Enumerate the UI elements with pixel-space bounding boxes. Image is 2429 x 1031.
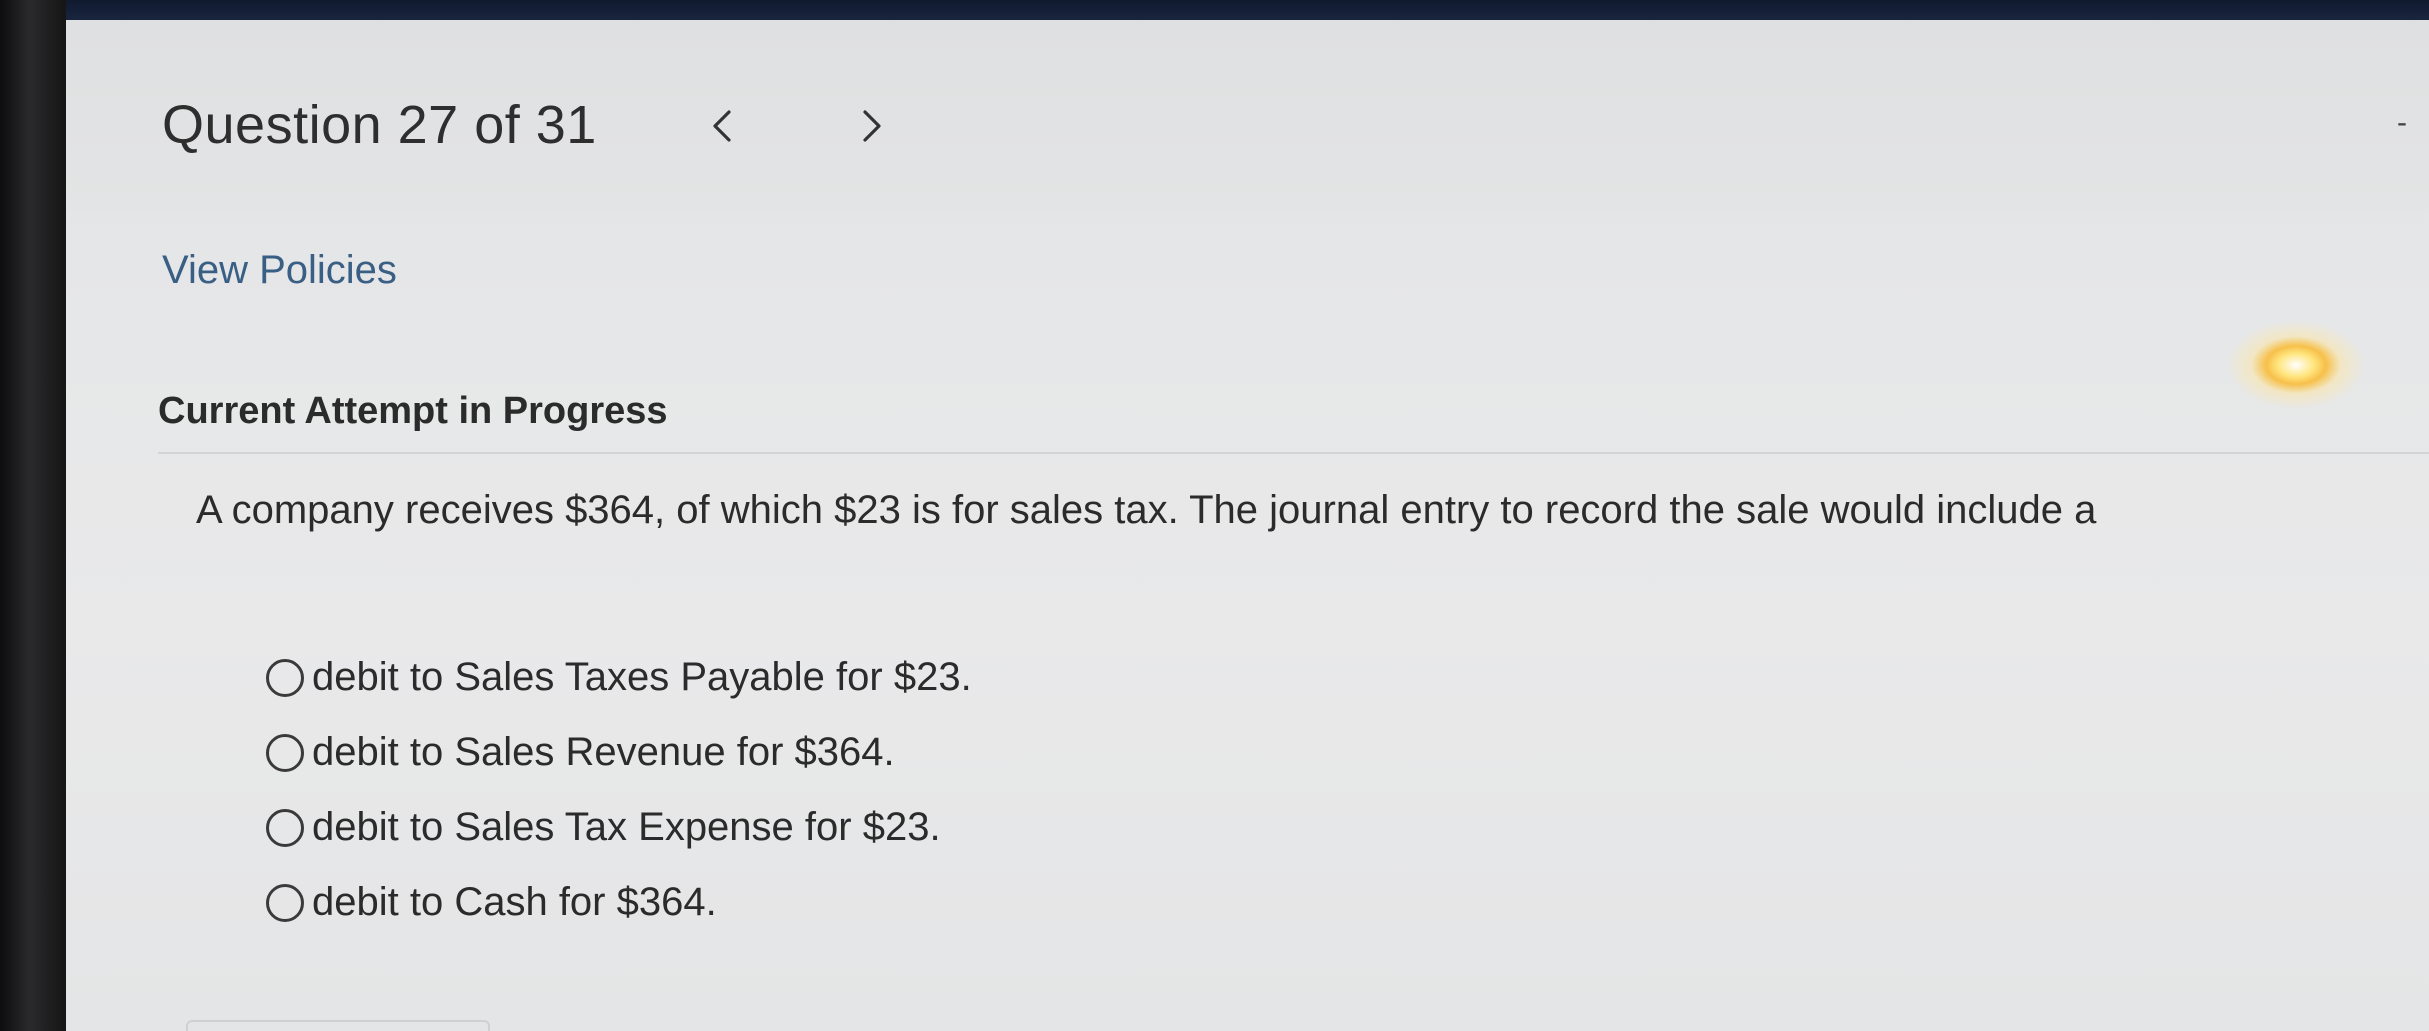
question-counter: Question 27 of 31 — [162, 95, 597, 155]
screen-bezel-top — [0, 0, 2429, 22]
bottom-panel-edge — [186, 1020, 490, 1031]
answer-option-label: debit to Sales Revenue for $364. — [312, 730, 895, 774]
radio-button[interactable] — [266, 733, 304, 772]
answer-option[interactable]: debit to Sales Tax Expense for $23. — [266, 790, 972, 865]
answer-options: debit to Sales Taxes Payable for $23. de… — [266, 640, 972, 940]
answer-option-label: debit to Sales Taxes Payable for $23. — [312, 655, 972, 699]
chevron-right-icon — [863, 110, 881, 142]
next-question-button[interactable] — [847, 96, 897, 156]
view-policies-link[interactable]: View Policies — [162, 248, 397, 293]
answer-option-label: debit to Sales Tax Expense for $23. — [312, 805, 941, 849]
quiz-page: Question 27 of 31 - View Policies Curren… — [66, 20, 2429, 1031]
screen-bezel-left — [0, 0, 66, 1031]
answer-option[interactable]: debit to Sales Taxes Payable for $23. — [266, 640, 972, 715]
radio-button[interactable] — [266, 658, 304, 697]
attempt-status-heading: Current Attempt in Progress — [158, 390, 668, 432]
chevron-left-icon — [713, 110, 731, 142]
previous-question-button[interactable] — [697, 96, 747, 156]
radio-button[interactable] — [266, 883, 304, 922]
question-text: A company receives $364, of which $23 is… — [196, 488, 2097, 532]
corner-mark: - — [2397, 106, 2407, 139]
screen-glare — [2226, 320, 2366, 410]
answer-option[interactable]: debit to Cash for $364. — [266, 865, 972, 940]
answer-option-label: debit to Cash for $364. — [312, 880, 717, 924]
answer-option[interactable]: debit to Sales Revenue for $364. — [266, 715, 972, 790]
radio-button[interactable] — [266, 808, 304, 847]
section-divider — [158, 452, 2429, 454]
